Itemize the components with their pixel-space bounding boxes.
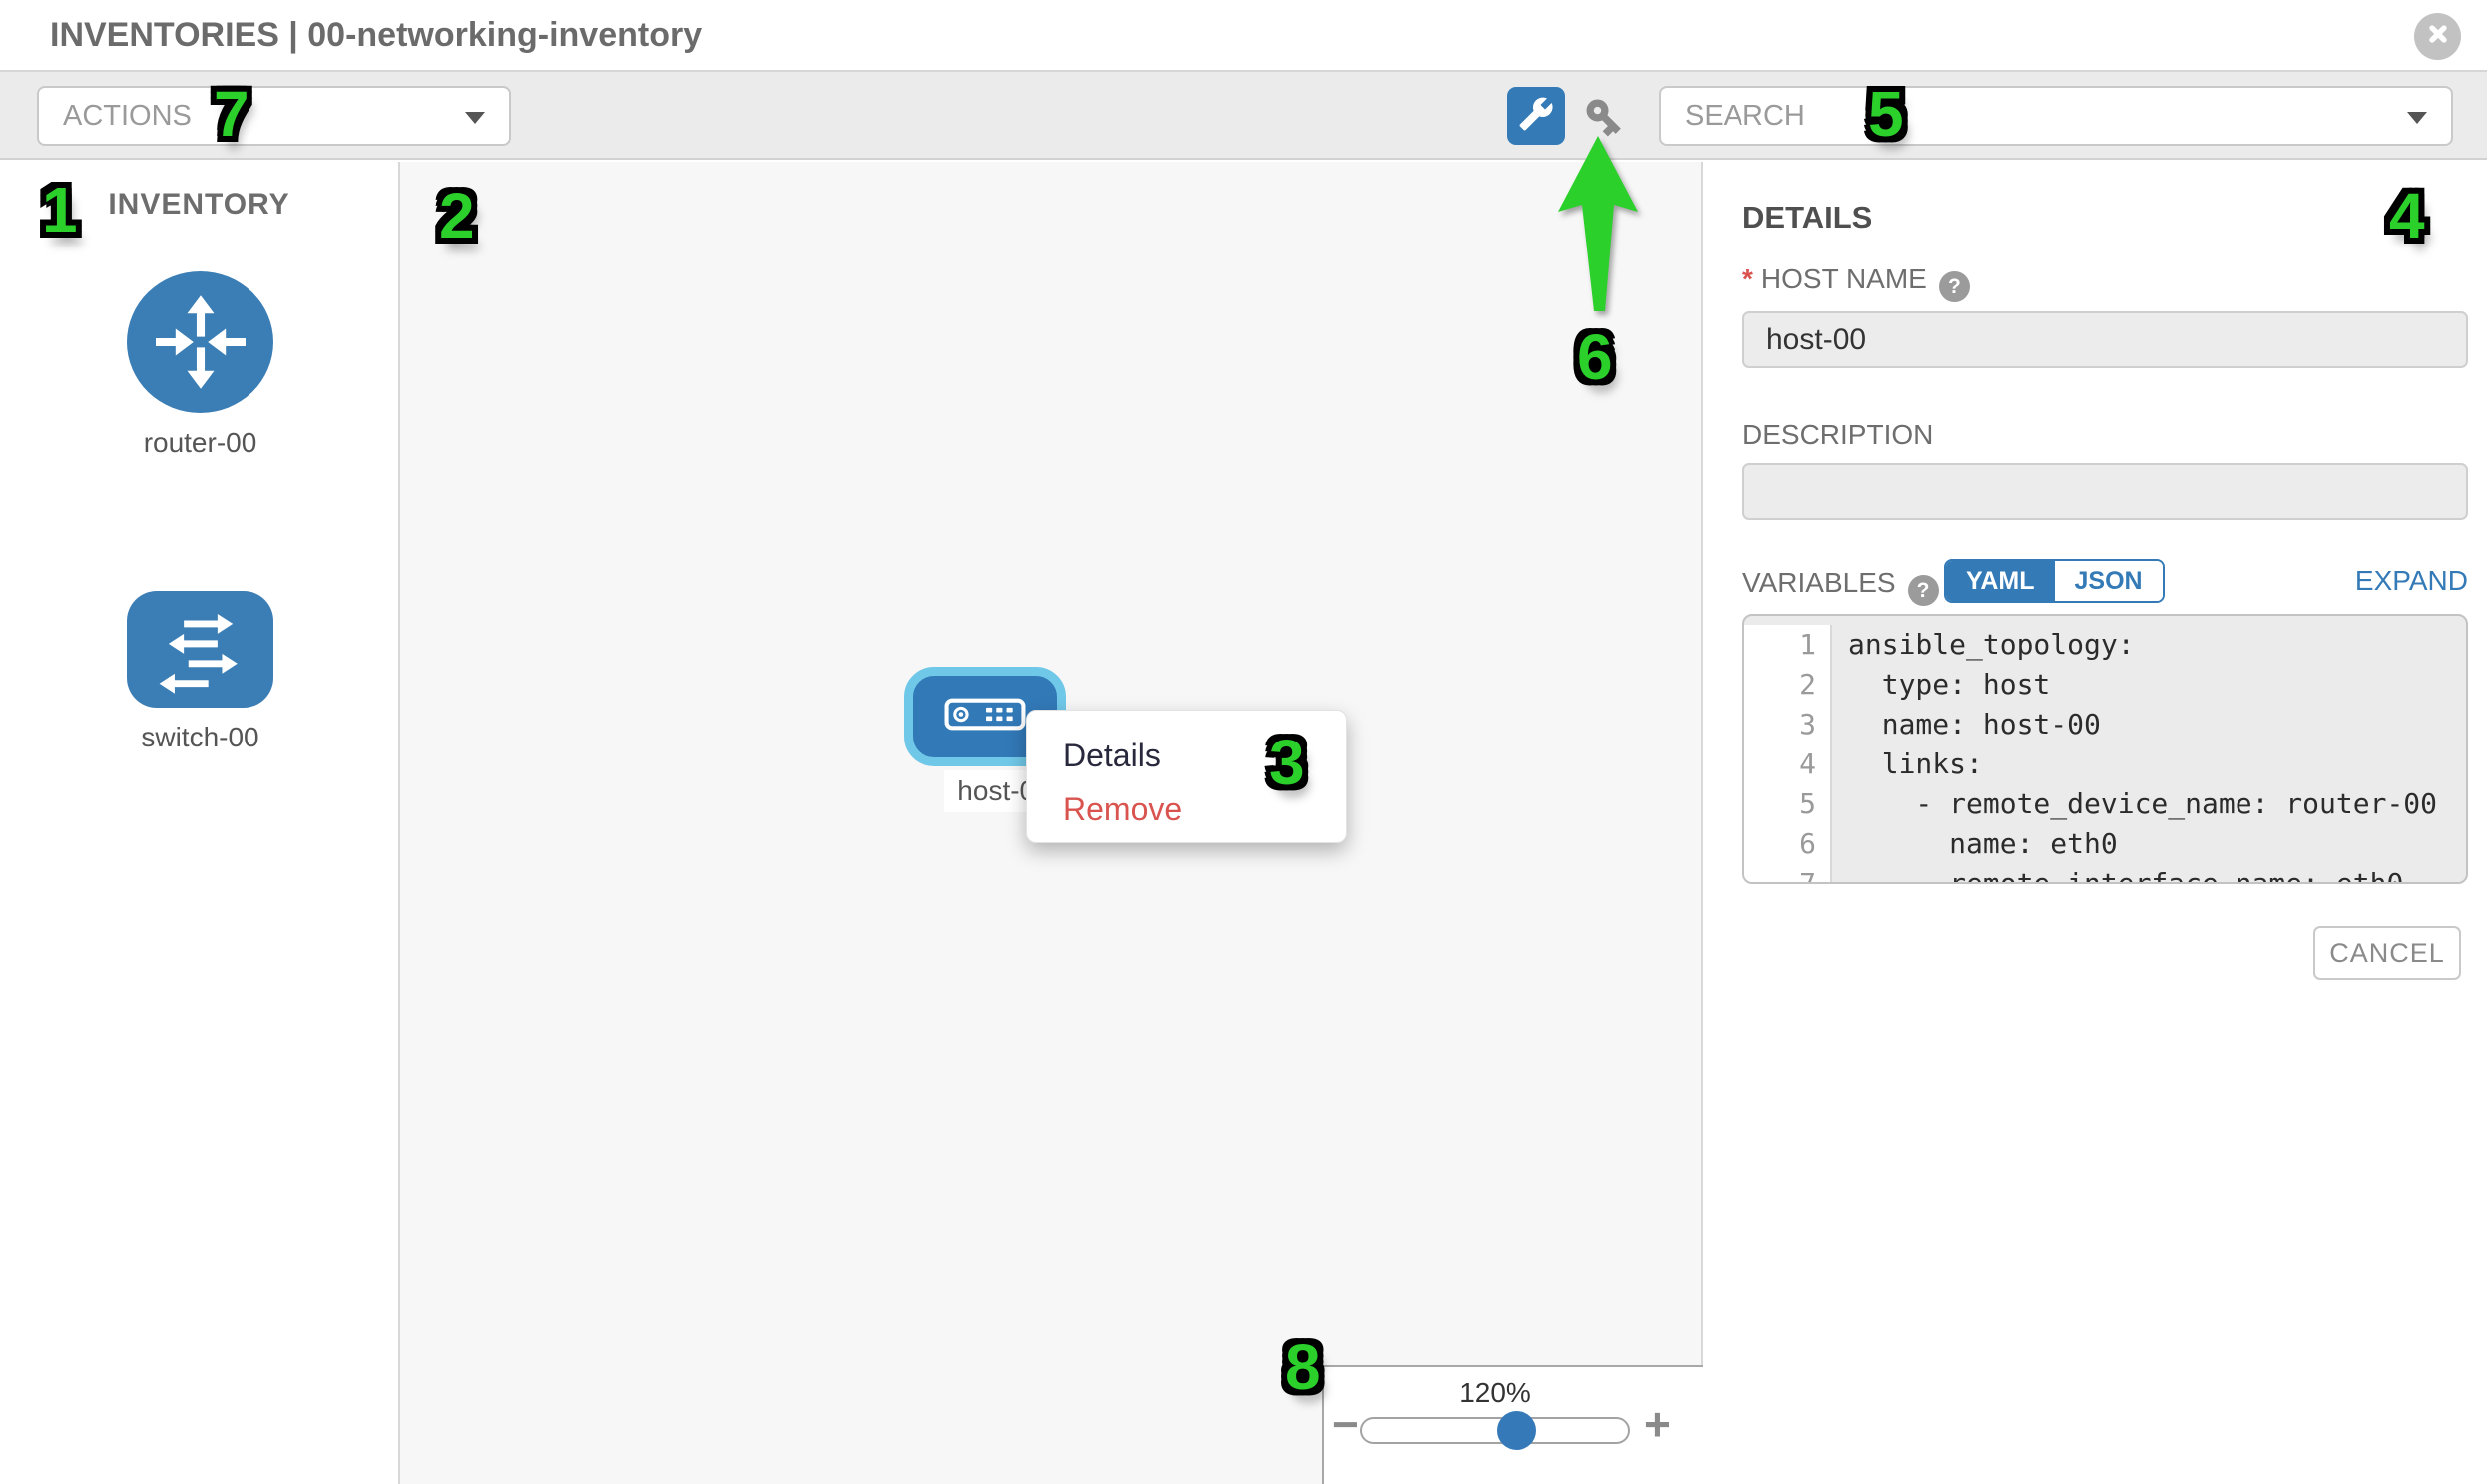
zoom-in-button[interactable]: + bbox=[1644, 1397, 1671, 1451]
code-line: 7 remote_interface_name: eth0 bbox=[1744, 864, 2466, 884]
page-title: INVENTORIES | 00-networking-inventory bbox=[50, 0, 702, 70]
details-panel: DETAILS *HOST NAME? host-00 DESCRIPTION … bbox=[1704, 162, 2487, 1484]
annotation-3: 3 bbox=[1269, 731, 1305, 794]
code-line: 4 links: bbox=[1744, 744, 2466, 784]
description-input[interactable] bbox=[1742, 463, 2468, 520]
zoom-control-panel: 120% − + bbox=[1322, 1365, 1703, 1484]
close-icon bbox=[2425, 21, 2451, 52]
expand-link[interactable]: EXPAND bbox=[2355, 565, 2468, 597]
actions-dropdown-label: ACTIONS bbox=[63, 88, 192, 144]
zoom-level-value: 120% bbox=[1360, 1377, 1630, 1409]
annotation-5: 5 bbox=[1868, 82, 1904, 146]
line-text: name: eth0 bbox=[1832, 824, 2466, 864]
chevron-down-icon bbox=[2407, 112, 2427, 124]
zoom-out-button[interactable]: − bbox=[1332, 1397, 1359, 1451]
code-line: 1ansible_topology: bbox=[1744, 625, 2466, 665]
device-label: switch-00 bbox=[67, 722, 333, 753]
title-bar: INVENTORIES | 00-networking-inventory bbox=[0, 0, 2487, 70]
code-line: 6 name: eth0 bbox=[1744, 824, 2466, 864]
inventory-sidebar: INVENTORY router-00 bbox=[0, 162, 400, 1484]
code-line: 2 type: host bbox=[1744, 665, 2466, 705]
annotation-8: 8 bbox=[1285, 1335, 1321, 1399]
line-text: type: host bbox=[1832, 665, 2466, 705]
chevron-down-icon bbox=[465, 112, 485, 124]
wrench-icon bbox=[1518, 96, 1554, 137]
line-text: name: host-00 bbox=[1832, 705, 2466, 744]
search-dropdown[interactable]: SEARCH bbox=[1659, 86, 2453, 146]
help-icon[interactable]: ? bbox=[1908, 575, 1939, 606]
line-number: 3 bbox=[1744, 705, 1832, 744]
host-icon bbox=[944, 698, 1026, 736]
yaml-json-toggle: YAML JSON bbox=[1944, 559, 2165, 603]
line-number: 1 bbox=[1744, 625, 1832, 665]
cancel-button[interactable]: CANCEL bbox=[2313, 926, 2461, 980]
annotation-7: 7 bbox=[214, 82, 249, 146]
annotation-1: 1 bbox=[42, 178, 78, 242]
inventory-topology-screen: INVENTORIES | 00-networking-inventory AC… bbox=[0, 0, 2487, 1484]
tab-yaml[interactable]: YAML bbox=[1946, 561, 2055, 601]
zoom-slider-thumb[interactable] bbox=[1497, 1411, 1536, 1450]
line-number: 4 bbox=[1744, 744, 1832, 784]
description-label: DESCRIPTION bbox=[1742, 419, 1933, 451]
help-icon[interactable]: ? bbox=[1939, 271, 1970, 302]
variables-row: VARIABLES? YAML JSON EXPAND bbox=[1742, 559, 2468, 607]
close-button[interactable] bbox=[2414, 13, 2461, 60]
line-text: links: bbox=[1832, 744, 2466, 784]
search-dropdown-label: SEARCH bbox=[1685, 88, 1805, 144]
required-asterisk: * bbox=[1742, 263, 1753, 294]
variables-code-editor[interactable]: 1ansible_topology: 2 type: host 3 name: … bbox=[1742, 614, 2468, 884]
line-number: 5 bbox=[1744, 784, 1832, 824]
toolbar: ACTIONS SEARCH bbox=[0, 70, 2487, 160]
line-text: remote_interface_name: eth0 bbox=[1832, 864, 2466, 884]
host-name-input[interactable]: host-00 bbox=[1742, 311, 2468, 368]
line-number: 7 bbox=[1744, 864, 1832, 884]
router-icon bbox=[127, 271, 273, 413]
device-label: router-00 bbox=[67, 427, 333, 459]
annotation-2: 2 bbox=[439, 184, 475, 247]
details-panel-title: DETAILS bbox=[1742, 200, 1872, 236]
palette-item-switch[interactable]: switch-00 bbox=[127, 591, 273, 708]
line-number: 2 bbox=[1744, 665, 1832, 705]
annotation-4: 4 bbox=[2389, 184, 2425, 247]
code-line: 5 - remote_device_name: router-00 bbox=[1744, 784, 2466, 824]
green-arrow-annotation bbox=[1552, 132, 1647, 316]
code-rows: 1ansible_topology: 2 type: host 3 name: … bbox=[1744, 616, 2466, 884]
topology-canvas[interactable]: host-00 Details Remove 120% − + bbox=[400, 162, 1703, 1484]
actions-dropdown[interactable]: ACTIONS bbox=[37, 86, 511, 146]
line-text: - remote_device_name: router-00 bbox=[1832, 784, 2466, 824]
annotation-6: 6 bbox=[1577, 325, 1613, 389]
zoom-slider-track[interactable] bbox=[1360, 1417, 1630, 1444]
tab-json[interactable]: JSON bbox=[2055, 561, 2163, 601]
line-number: 6 bbox=[1744, 824, 1832, 864]
switch-icon bbox=[127, 591, 273, 708]
variables-label: VARIABLES? bbox=[1742, 567, 1939, 606]
line-text: ansible_topology: bbox=[1832, 625, 2466, 665]
palette-item-router[interactable]: router-00 bbox=[127, 271, 273, 413]
host-name-label: *HOST NAME? bbox=[1742, 263, 1970, 302]
code-line: 3 name: host-00 bbox=[1744, 705, 2466, 744]
